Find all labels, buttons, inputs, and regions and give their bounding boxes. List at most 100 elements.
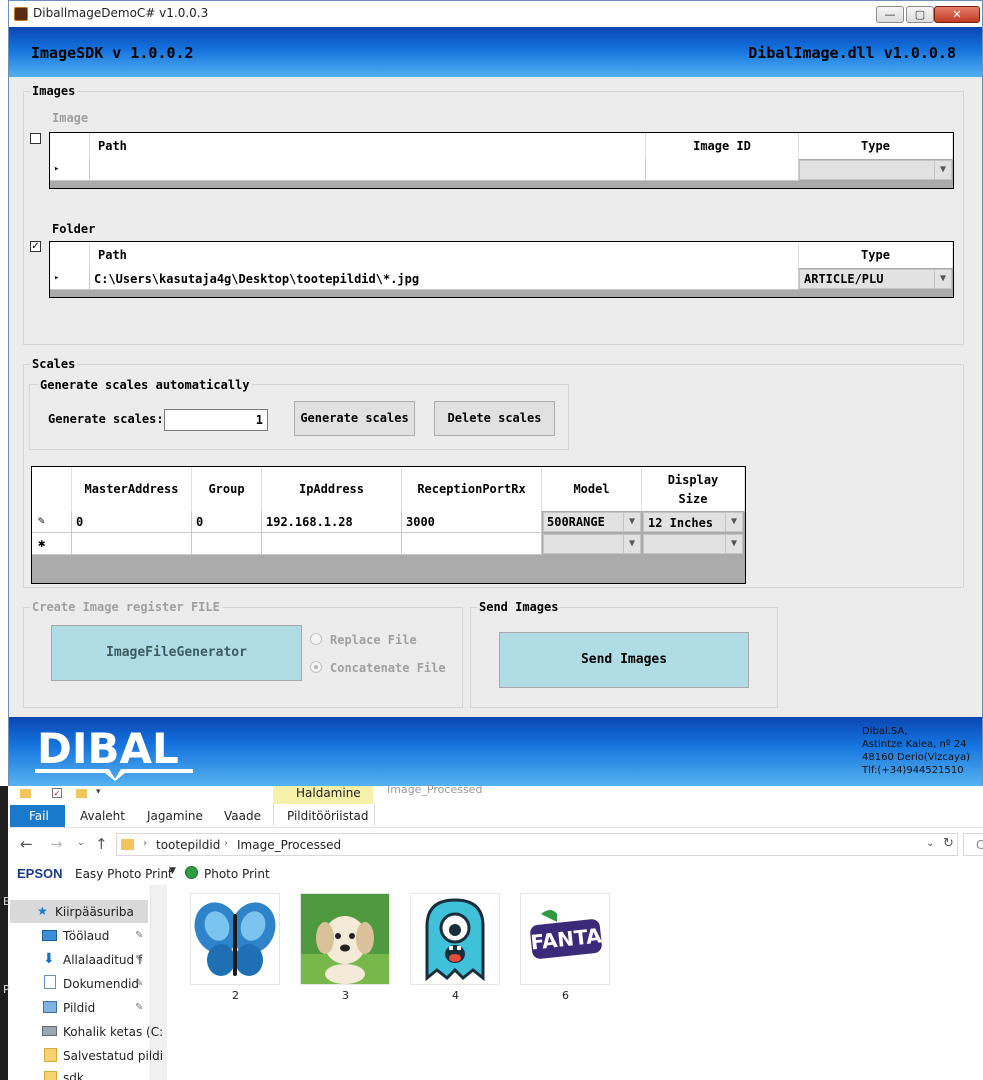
- generate-scales-button[interactable]: Generate scales: [294, 401, 415, 436]
- cell-ip-address[interactable]: 192.168.1.28: [262, 511, 402, 533]
- folder-checkbox[interactable]: ✓: [30, 241, 41, 252]
- image-col-type[interactable]: Type: [799, 133, 953, 159]
- model-combo[interactable]: 500RANGE ▼: [543, 512, 641, 532]
- properties-icon[interactable]: ✓: [52, 788, 62, 798]
- col-master-address[interactable]: MasterAddress: [72, 467, 192, 511]
- file-name[interactable]: 3: [342, 989, 349, 1002]
- dibal-logo-text: DIBAL: [37, 724, 179, 773]
- breadcrumb-image-processed[interactable]: Image_Processed: [237, 838, 341, 852]
- breadcrumb-tootepildid[interactable]: tootepildid: [156, 838, 220, 852]
- file-thumbnail[interactable]: FANTA: [520, 893, 610, 985]
- new-model-combo[interactable]: ▼: [543, 534, 641, 554]
- col-display-size[interactable]: Display Size: [642, 467, 745, 511]
- new-cell-master[interactable]: [72, 533, 192, 555]
- search-box-partial-text: C: [976, 838, 983, 852]
- new-display-combo[interactable]: ▼: [643, 534, 743, 554]
- images-group-label: Images: [30, 84, 78, 98]
- concatenate-file-radio[interactable]: [310, 661, 322, 673]
- file-thumbnail[interactable]: [410, 893, 500, 985]
- row-marker[interactable]: ▸: [50, 268, 90, 290]
- dropdown-arrow-icon[interactable]: ▼: [169, 866, 176, 876]
- fanta-logo-image: FANTA: [529, 910, 603, 959]
- display-size-value: 12 Inches: [648, 516, 714, 530]
- minimize-button[interactable]: —: [876, 6, 904, 23]
- pin-icon[interactable]: ✎: [135, 978, 143, 989]
- image-checkbox[interactable]: [30, 133, 41, 144]
- recent-chevron-icon[interactable]: ⌄: [77, 838, 85, 848]
- file-name[interactable]: 6: [562, 989, 569, 1002]
- new-cell-group[interactable]: [192, 533, 262, 555]
- file-thumbnail[interactable]: [300, 893, 390, 985]
- col-reception-port[interactable]: ReceptionPortRx: [402, 467, 542, 511]
- cell-master-address[interactable]: 0: [72, 511, 192, 533]
- nav-item-pictures[interactable]: Pildid: [63, 1001, 95, 1015]
- new-cell-port[interactable]: [402, 533, 542, 555]
- photo-print-icon: [185, 866, 198, 879]
- new-row-icon[interactable]: ✱: [32, 533, 72, 555]
- tab-view[interactable]: Vaade: [224, 809, 261, 823]
- back-arrow-icon[interactable]: ←: [20, 835, 33, 853]
- cell-group[interactable]: 0: [192, 511, 262, 533]
- butterfly-image: [194, 902, 276, 976]
- forward-arrow-icon[interactable]: →: [50, 835, 63, 853]
- chevron-down-icon[interactable]: ⌄: [926, 838, 934, 849]
- file-name[interactable]: 4: [452, 989, 459, 1002]
- file-name[interactable]: 2: [232, 989, 239, 1002]
- tab-share[interactable]: Jagamine: [147, 809, 203, 823]
- easy-photo-print-button[interactable]: Easy Photo Print: [75, 867, 173, 881]
- nav-item-sdk[interactable]: sdk: [63, 1071, 84, 1080]
- address-line: 48160 Derio(Vizcaya): [862, 752, 970, 763]
- photo-print-button[interactable]: Photo Print: [204, 867, 270, 881]
- pin-icon[interactable]: ✎: [135, 1002, 143, 1013]
- image-path-cell[interactable]: [90, 159, 646, 181]
- file-thumbnail[interactable]: [190, 893, 280, 985]
- nav-item-saved-pictures[interactable]: Salvestatud pildi: [63, 1049, 163, 1063]
- replace-file-radio[interactable]: [310, 633, 322, 645]
- send-images-button[interactable]: Send Images: [499, 632, 749, 688]
- up-arrow-icon[interactable]: ↑: [95, 835, 108, 853]
- nav-item-downloads[interactable]: Allalaaditud f: [63, 953, 142, 967]
- row-marker[interactable]: ▸: [50, 159, 90, 181]
- chevron-down-icon: ▼: [725, 535, 742, 553]
- delete-scales-button[interactable]: Delete scales: [434, 401, 555, 436]
- folder-col-type[interactable]: Type: [799, 242, 953, 268]
- image-col-id[interactable]: Image ID: [646, 133, 799, 159]
- new-cell-ip[interactable]: [262, 533, 402, 555]
- address-line: Dibal.SA,: [862, 726, 908, 737]
- display-size-combo[interactable]: 12 Inches ▼: [643, 512, 743, 532]
- maximize-button[interactable]: ▢: [906, 6, 934, 23]
- folder-icon: [44, 1048, 57, 1062]
- close-button[interactable]: ✕: [934, 6, 980, 23]
- nav-item-documents[interactable]: Dokumendid: [63, 977, 139, 991]
- folder-type-value: ARTICLE/PLU: [804, 272, 884, 286]
- pin-icon[interactable]: ✎: [135, 954, 143, 965]
- grid-corner: [32, 467, 72, 511]
- chevron-down-icon[interactable]: ▾: [96, 787, 101, 797]
- image-col-path[interactable]: Path: [90, 133, 646, 159]
- folder-path-cell[interactable]: C:\Users\kasutaja4g\Desktop\tootepildid\…: [90, 268, 799, 290]
- folder-grid: Path Type ▸ C:\Users\kasutaja4g\Desktop\…: [49, 241, 954, 298]
- col-model[interactable]: Model: [542, 467, 642, 511]
- image-id-cell[interactable]: [646, 159, 799, 181]
- folder-icon[interactable]: [20, 789, 31, 798]
- pictures-icon: [43, 1001, 57, 1013]
- cell-reception-port[interactable]: 3000: [402, 511, 542, 533]
- image-grid: Path Image ID Type ▸ ▼: [49, 132, 954, 189]
- tab-home[interactable]: Avaleht: [80, 809, 125, 823]
- col-group[interactable]: Group: [192, 467, 262, 511]
- nav-item-desktop[interactable]: Töölaud: [63, 929, 109, 943]
- pin-icon[interactable]: ✎: [135, 930, 143, 941]
- refresh-icon[interactable]: ↻: [943, 836, 954, 851]
- folder-type-combo[interactable]: ARTICLE/PLU ▼: [799, 269, 952, 289]
- monster-image: [425, 898, 485, 982]
- edit-row-icon[interactable]: ✎: [32, 511, 72, 533]
- epson-brand: EPSON: [17, 866, 63, 881]
- new-folder-icon[interactable]: [76, 789, 87, 798]
- generate-scales-input[interactable]: 1: [164, 409, 268, 431]
- image-type-combo[interactable]: ▼: [799, 160, 952, 180]
- nav-item-local-disk[interactable]: Kohalik ketas (C:: [63, 1025, 163, 1039]
- col-ip-address[interactable]: IpAddress: [262, 467, 402, 511]
- title-bar[interactable]: DiballmageDemoC# v1.0.0.3 — ▢ ✕: [9, 1, 982, 28]
- folder-col-path[interactable]: Path: [90, 242, 799, 268]
- image-file-generator-button[interactable]: ImageFileGenerator: [51, 625, 302, 681]
